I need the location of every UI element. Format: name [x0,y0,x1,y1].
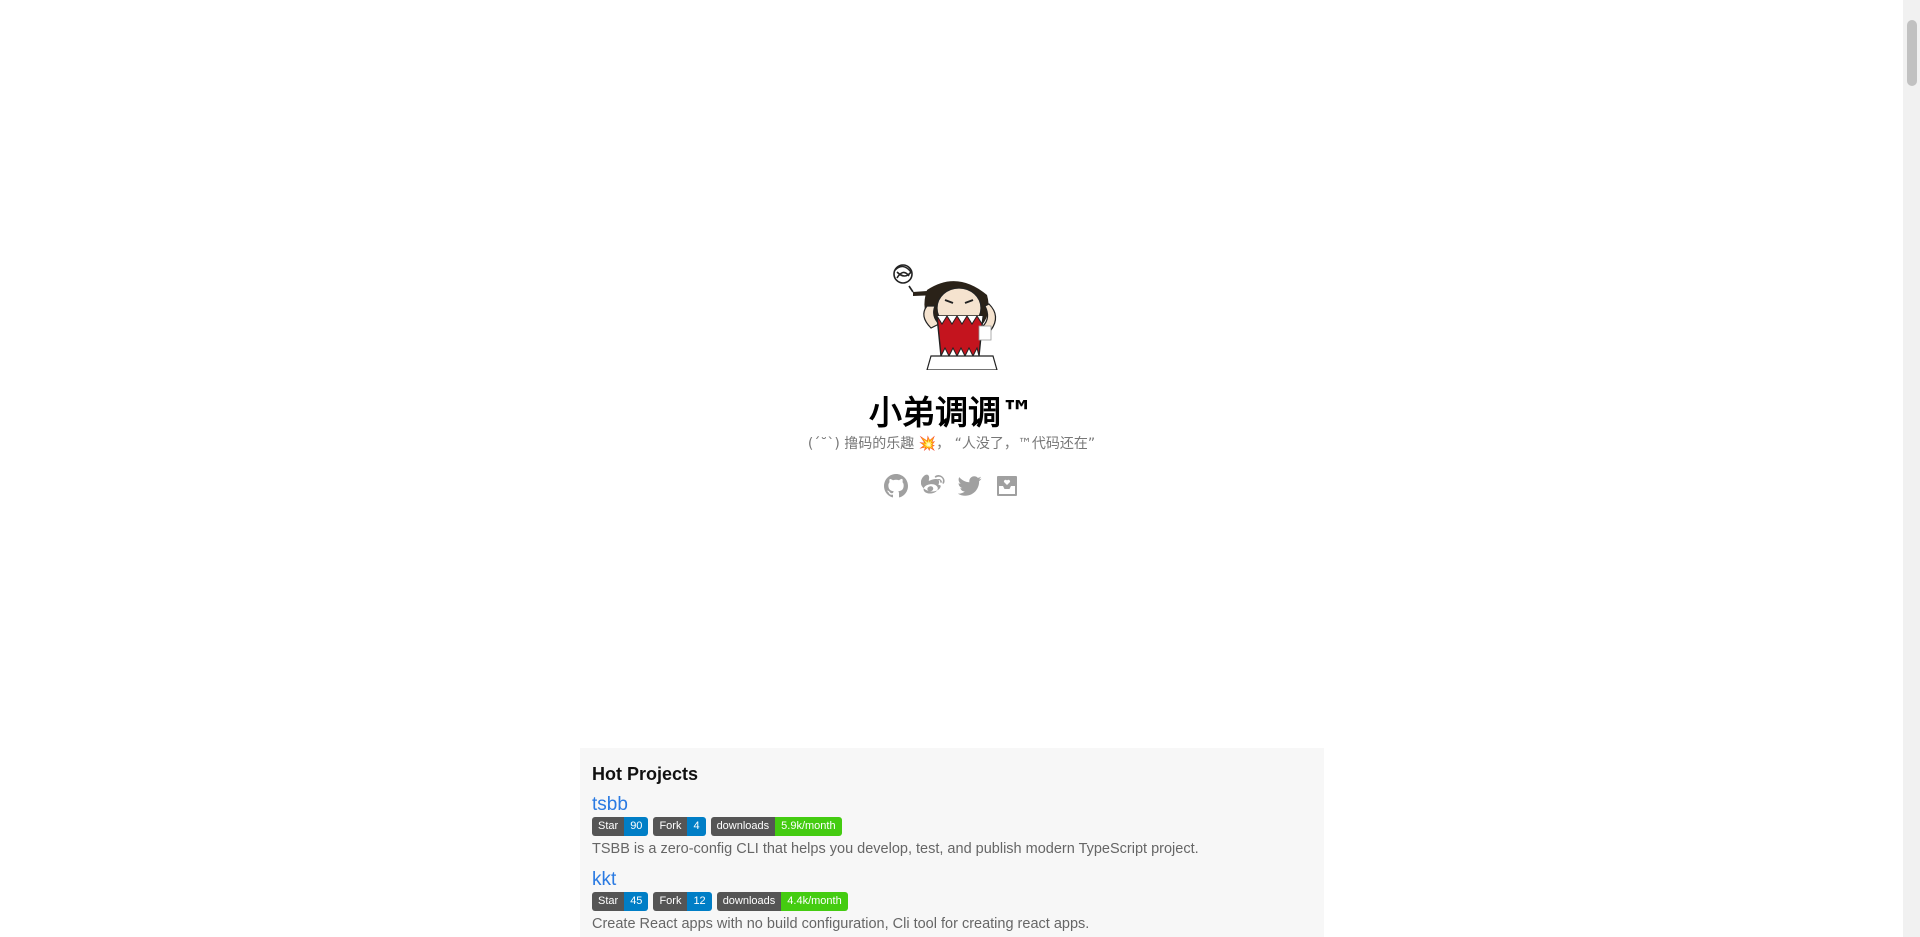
profile-header: 小弟调调™ (ˊ˘ˋ) 撸码的乐趣 💥， “人没了，™代码还在” [0,260,1903,498]
star-badge[interactable]: Star 45 [592,892,649,911]
fork-badge[interactable]: Fork 12 [653,892,712,911]
badge-label: Star [592,892,625,911]
project-badges: Star 90 Fork 4 downloads 5.9k/month [592,817,1312,836]
weibo-link[interactable] [921,474,945,498]
project-link-tsbb[interactable]: tsbb [592,794,628,816]
twitter-link[interactable] [958,474,982,498]
badge-value: 45 [624,892,649,911]
site-title: 小弟调调™ [869,393,1034,432]
project-item: kkt Star 45 Fork 12 downloads 4.4k/month… [592,869,1312,934]
downloads-badge[interactable]: downloads 5.9k/month [710,817,842,836]
badge-value: 12 [687,892,712,911]
project-link-kkt[interactable]: kkt [592,869,616,891]
badge-value: 90 [624,817,649,836]
project-description: TSBB is a zero-config CLI that helps you… [592,841,1199,857]
github-icon [884,474,908,498]
project-badges: Star 45 Fork 12 downloads 4.4k/month [592,892,1312,911]
project-item: tsbb Star 90 Fork 4 downloads 5.9k/month… [592,794,1312,859]
fork-badge[interactable]: Fork 4 [653,817,706,836]
badge-value: 5.9k/month [775,817,842,836]
mail-link[interactable] [995,474,1019,498]
mail-icon [997,476,1017,496]
star-badge[interactable]: Star 90 [592,817,649,836]
scrollbar-thumb[interactable] [1907,20,1917,86]
twitter-icon [958,476,982,496]
hot-projects-panel: Hot Projects tsbb Star 90 Fork 4 downloa… [580,748,1324,937]
badge-value: 4 [687,817,706,836]
site-tagline: (ˊ˘ˋ) 撸码的乐趣 💥， “人没了，™代码还在” [807,436,1096,452]
weibo-icon [921,474,945,494]
badge-value: 4.4k/month [781,892,848,911]
avatar [892,264,998,370]
social-links [0,474,1903,498]
badge-label: Star [592,817,625,836]
downloads-badge[interactable]: downloads 4.4k/month [716,892,848,911]
badge-label: Fork [653,817,688,836]
project-description: Create React apps with no build configur… [592,916,1090,932]
vertical-scrollbar[interactable] [1903,0,1920,937]
page: 小弟调调™ (ˊ˘ˋ) 撸码的乐趣 💥， “人没了，™代码还在” Hot Pro… [0,0,1920,937]
badge-label: Fork [653,892,688,911]
badge-label: downloads [710,817,776,836]
hot-projects-title: Hot Projects [592,764,699,784]
github-link[interactable] [884,474,908,498]
badge-label: downloads [716,892,782,911]
